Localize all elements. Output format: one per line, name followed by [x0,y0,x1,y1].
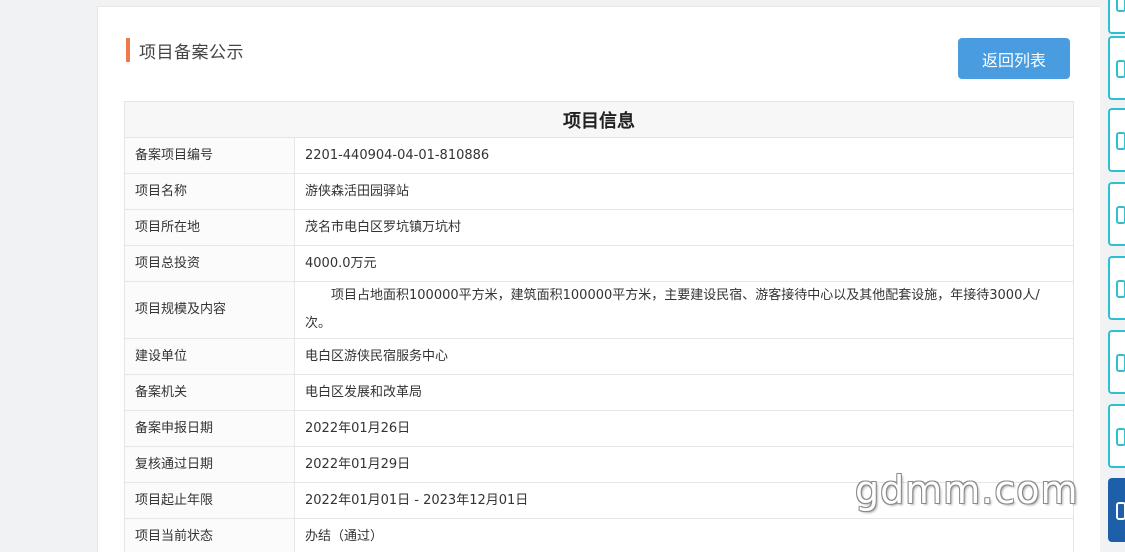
title-accent-bar [126,38,130,62]
row-value: 茂名市电白区罗坑镇万坑村 [294,209,1074,246]
page-title: 项目备案公示 [126,38,244,63]
table-heading: 项目信息 [124,101,1074,138]
row-value: 2201-440904-04-01-810886 [294,137,1074,174]
row-label: 复核通过日期 [124,446,295,483]
row-label: 项目名称 [124,173,295,210]
row-label: 项目规模及内容 [124,281,295,339]
row-label: 建设单位 [124,338,295,375]
row-value: 办结（通过） [294,518,1074,552]
row-label: 项目起止年限 [124,482,295,519]
chat-icon[interactable] [1108,108,1125,172]
floating-sidebar [1108,0,1125,552]
table-row: 备案申报日期 2022年01月26日 [124,410,1074,447]
row-label: 项目总投资 [124,245,295,282]
row-label: 项目所在地 [124,209,295,246]
table-row: 项目当前状态 办结（通过） [124,518,1074,552]
clock-icon[interactable] [1108,330,1125,394]
page-background [0,0,97,552]
row-value: 2022年01月26日 [294,410,1074,447]
weibo-icon[interactable] [1108,478,1125,542]
back-to-list-button[interactable]: 返回列表 [958,38,1070,79]
row-value: 游侠森活田园驿站 [294,173,1074,210]
table-row: 项目所在地 茂名市电白区罗坑镇万坑村 [124,209,1074,246]
table-row: 备案机关 电白区发展和改革局 [124,374,1074,411]
phone-icon[interactable] [1108,36,1125,100]
row-value: 电白区发展和改革局 [294,374,1074,411]
row-value: 4000.0万元 [294,245,1074,282]
site-watermark: gdmm.com [855,468,1079,512]
row-label: 备案项目编号 [124,137,295,174]
table-row: 建设单位 电白区游侠民宿服务中心 [124,338,1074,375]
row-label: 备案机关 [124,374,295,411]
row-value: 项目占地面积100000平方米，建筑面积100000平方米，主要建设民宿、游客接… [294,281,1074,339]
user-icon[interactable] [1108,0,1125,34]
edit-icon[interactable] [1108,256,1125,320]
row-label: 备案申报日期 [124,410,295,447]
page-title-text: 项目备案公示 [139,42,244,63]
row-value: 电白区游侠民宿服务中心 [294,338,1074,375]
table-row: 备案项目编号 2201-440904-04-01-810886 [124,137,1074,174]
table-row: 项目名称 游侠森活田园驿站 [124,173,1074,210]
table-header-row: 项目信息 [124,101,1074,138]
share-icon[interactable] [1108,182,1125,246]
menu-icon[interactable] [1108,404,1125,468]
table-row: 项目规模及内容 项目占地面积100000平方米，建筑面积100000平方米，主要… [124,281,1074,339]
table-row: 项目总投资 4000.0万元 [124,245,1074,282]
row-label: 项目当前状态 [124,518,295,552]
